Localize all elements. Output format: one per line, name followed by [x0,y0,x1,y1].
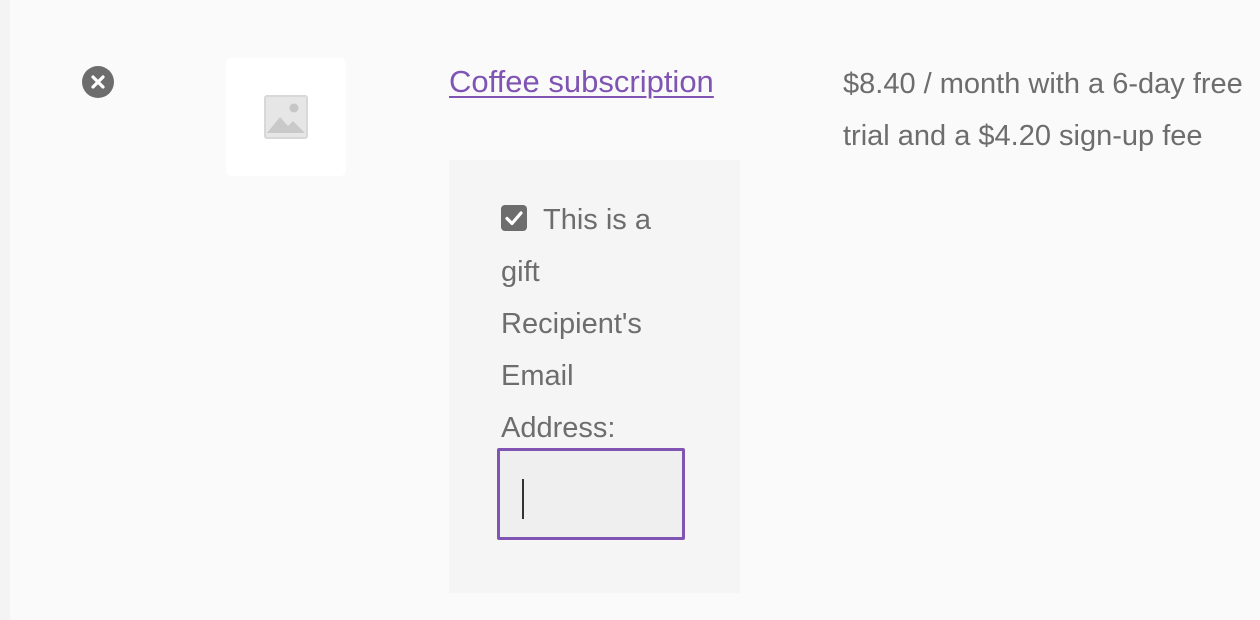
cart-item-row: Coffee subscription $8.40 / month with a… [10,0,1260,620]
recipient-email-label: Recipient's Email Address: [501,308,642,444]
gift-options-panel: This is a gift Recipient's Email Address… [449,160,740,593]
recipient-email-input[interactable] [497,448,685,540]
gift-options-content: This is a gift Recipient's Email Address… [501,194,681,454]
product-price: $8.40 / month with a 6-day free trial an… [843,68,1243,152]
text-caret [522,479,524,519]
gift-checkbox[interactable] [501,205,527,231]
close-circle-icon [91,75,105,89]
gift-checkbox-row[interactable]: This is a gift [501,204,651,288]
image-placeholder-icon [264,95,308,139]
product-thumbnail[interactable] [226,58,346,176]
remove-item-button[interactable] [82,66,114,98]
product-name-link[interactable]: Coffee subscription [449,62,714,102]
checkmark-icon [505,211,523,226]
